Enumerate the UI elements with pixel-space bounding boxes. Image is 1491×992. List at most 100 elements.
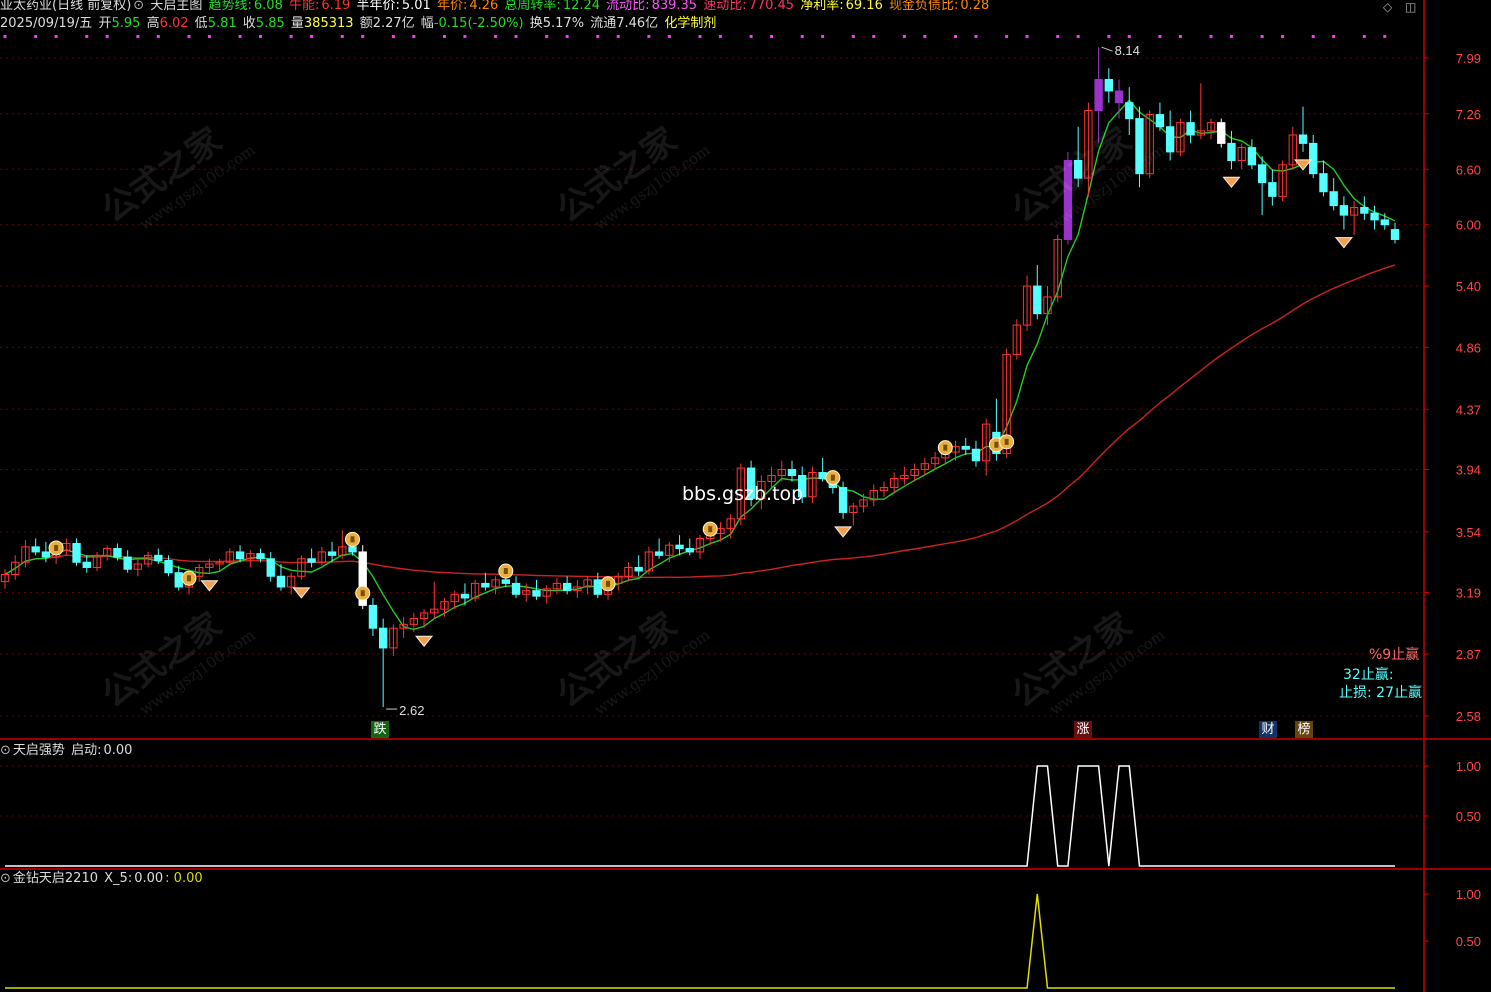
header-line-1: 亚太药业(日线 前复权) ⊙ 天启主图 趋势线: 6.08 牛能: 6.19 半年价:… [0,0,991,14]
y-tick-label: 6.00 [1456,218,1481,233]
candle-body [460,593,470,599]
amount-value: 2.27亿 [372,16,415,31]
panel2-dropdown-icon[interactable]: ⊙ [0,743,11,758]
candle-body [1390,229,1400,240]
candle-body [1247,147,1257,166]
stock-title: 亚太药业(日线 前复权) [0,0,132,13]
turnover-label: 总周转率: [504,0,561,13]
signal-dot [514,35,518,38]
signal-dot [647,35,651,38]
candle-body [634,566,643,572]
finance-marker[interactable]: 财 [1259,721,1277,738]
signal-dot [596,35,600,38]
turn-label: 换 [529,16,543,31]
diamond-toggle-icon[interactable]: ◇ [1383,0,1392,14]
signal-dot [289,35,293,38]
quote-date: 2025/09/19/五 [0,16,93,31]
candle-body [1033,285,1042,315]
candle-body [1339,205,1349,216]
candle-body [481,582,490,588]
half-year-value: 5.01 [401,0,431,13]
money-bag-icon [606,580,611,587]
main-indicator-name[interactable]: 天启主图 [150,0,202,13]
signal-dot [442,35,446,38]
candle-body [164,560,173,574]
y-tick-label: 7.26 [1456,107,1481,122]
current-ratio-value: 839.35 [651,0,698,13]
signal-dot [463,35,467,38]
candle-body [1217,122,1226,144]
signal-dot [698,35,702,38]
candle-body [123,556,132,570]
candle-body [1257,164,1267,184]
low-price-label: 2.62 [399,703,424,718]
candle-body [113,548,122,558]
take-profit-note: %9止赢 [1369,647,1420,663]
sector-name: 化学制剂 [664,16,717,31]
signal-dot [1362,35,1366,38]
rank-marker[interactable]: 榜 [1295,721,1313,738]
vol-value: 385313 [303,16,354,31]
candle-body [154,554,163,562]
signal-dot [494,35,498,38]
y-tick-label: 6.60 [1456,162,1481,177]
signal-dot [361,35,365,38]
candle-body [1094,79,1103,112]
profit-label: 净利率: [800,0,844,13]
money-bag-icon [360,590,365,597]
signal-dot [872,35,876,38]
candle-body [41,551,51,558]
candle-body [1073,159,1083,179]
low-label: 低 [194,16,208,31]
candle-body [675,544,684,550]
candle-body [368,604,378,629]
signal-dot [391,35,395,38]
candle-body [256,553,265,560]
signal-dot [616,35,620,38]
signal-dot [1332,35,1336,38]
signal-dot [1311,35,1315,38]
turnover-value: 12.24 [562,0,601,13]
half-year-label: 半年价: [356,0,400,13]
candle-body [307,558,316,563]
signal-dot [259,35,263,38]
signal-dot [902,35,906,38]
signal-dot [851,35,855,38]
ma-long-line [4,264,1396,579]
bull-label: 牛能: [288,0,320,13]
close-label: 收 [242,16,256,31]
high-value: 6.02 [159,16,189,31]
indicator-dropdown-icon[interactable]: ⊙ [133,0,144,13]
money-bag-icon [943,444,948,451]
panel2-header: ⊙ 天启强势 启动: 0.00 [0,743,134,759]
diamond-icon [834,526,853,538]
signal-dot [1025,35,1029,38]
diamond-signal-line [5,893,1395,989]
panel3-value: 0.00 [134,871,164,886]
up-marker: 涨 [1074,721,1092,738]
cash-value: 0.28 [960,0,990,13]
quick-ratio-value: 770.45 [748,0,795,13]
candle-body [348,546,357,553]
candle-body [1380,219,1389,226]
signal-dot [1229,35,1233,38]
signal-dot [34,35,38,38]
window-icon[interactable]: ◫ [1405,0,1416,14]
money-bag-icon [830,474,835,481]
panel3-label: X_5: [104,871,133,886]
candle-body [82,561,91,568]
y-tick-label: 4.86 [1456,340,1481,355]
signal-dot [207,35,211,38]
signal-dot [974,35,978,38]
diamond-icon [1222,176,1241,189]
panel3-dropdown-icon[interactable]: ⊙ [0,871,11,886]
money-bag-icon [186,575,191,582]
signal-dot [1005,35,1009,38]
panel3-title[interactable]: 金钻天启2210 [13,871,98,886]
cash-label: 现金负债比: [888,0,959,13]
y-tick-label: 5.40 [1456,279,1481,294]
signal-dot [136,35,140,38]
signal-dot [821,35,825,38]
signal-dot [310,35,314,38]
panel2-title[interactable]: 天启强势 [13,743,65,758]
